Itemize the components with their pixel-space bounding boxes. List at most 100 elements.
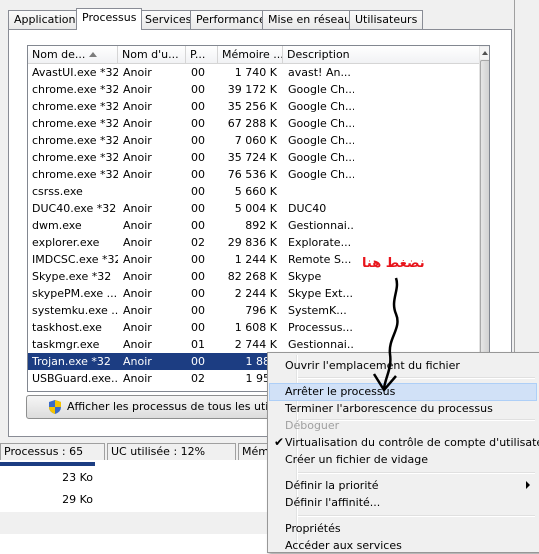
process-cpu: 00 bbox=[191, 66, 205, 79]
process-list[interactable]: Nom de... Nom d'u... P... Mémoire ... De… bbox=[27, 45, 490, 392]
process-memory: 2 744 K bbox=[234, 338, 277, 351]
process-user: Anoir bbox=[123, 338, 152, 351]
tab-processus[interactable]: Processus bbox=[76, 8, 143, 30]
process-user: Anoir bbox=[123, 83, 152, 96]
process-name: chrome.exe *32 bbox=[32, 168, 118, 181]
process-row[interactable]: chrome.exe *32 Anoir 00 67 288 K Google Ch..… bbox=[28, 115, 479, 132]
show-all-processes-button[interactable]: Afficher les processus de tous les utili… bbox=[26, 395, 298, 419]
process-memory: 5 004 K bbox=[234, 202, 277, 215]
process-memory: 1 608 K bbox=[234, 321, 277, 334]
submenu-arrow-icon bbox=[526, 481, 530, 489]
process-cpu: 00 bbox=[191, 202, 205, 215]
process-memory: 2 244 K bbox=[234, 287, 277, 300]
process-name: Trojan.exe *32 bbox=[32, 355, 111, 368]
process-row[interactable]: explorer.exe Anoir 02 29 836 K Explorate... bbox=[28, 234, 479, 251]
process-user: Anoir bbox=[123, 202, 152, 215]
menu-item-debug: Déboguer bbox=[285, 419, 340, 432]
process-row[interactable]: chrome.exe *32 Anoir 00 7 060 K Google Ch... bbox=[28, 132, 479, 149]
process-cpu: 00 bbox=[191, 117, 205, 130]
process-row[interactable]: chrome.exe *32 Anoir 00 35 724 K Google Ch..… bbox=[28, 149, 479, 166]
menu-item-uac-virtualization[interactable]: ✔ Virtualisation du contrôle de compte d… bbox=[270, 434, 539, 451]
column-header-description[interactable]: Description bbox=[283, 46, 483, 63]
background-selection-bar bbox=[0, 462, 95, 466]
process-name: skypePM.exe ... bbox=[32, 287, 118, 300]
column-header-label: Nom de... bbox=[32, 48, 86, 61]
process-name: csrss.exe bbox=[32, 185, 83, 198]
process-row[interactable]: DUC40.exe *32 Anoir 00 5 004 K DUC40 bbox=[28, 200, 479, 217]
list-header: Nom de... Nom d'u... P... Mémoire ... De… bbox=[28, 46, 479, 64]
process-cpu: 00 bbox=[191, 321, 205, 334]
tab-performance[interactable]: Performance bbox=[190, 10, 272, 29]
menu-item-set-priority[interactable]: Définir la priorité bbox=[270, 477, 536, 494]
process-cpu: 00 bbox=[191, 355, 205, 368]
process-user: Anoir bbox=[123, 117, 152, 130]
background-value: 23 Ko bbox=[62, 471, 93, 484]
status-cpu-usage: UC utilisée : 12% bbox=[107, 443, 236, 461]
uac-shield-icon bbox=[49, 400, 61, 414]
scroll-up-button[interactable] bbox=[480, 47, 489, 59]
process-row[interactable]: dwm.exe Anoir 00 892 K Gestionnai... bbox=[28, 217, 479, 234]
process-name: USBGuard.exe... bbox=[32, 372, 118, 385]
menu-separator bbox=[298, 515, 535, 517]
process-user: Anoir bbox=[123, 372, 152, 385]
menu-item-end-process-tree[interactable]: Terminer l'arborescence du processus bbox=[270, 400, 536, 417]
process-description: Remote S... bbox=[288, 253, 352, 266]
vertical-scrollbar[interactable] bbox=[479, 46, 489, 391]
process-description: Google Ch... bbox=[288, 151, 354, 164]
process-row[interactable]: chrome.exe *32 Anoir 00 35 256 K Google Ch..… bbox=[28, 98, 479, 115]
process-name: explorer.exe bbox=[32, 236, 100, 249]
menu-item-create-dump-file[interactable]: Créer un fichier de vidage bbox=[270, 451, 536, 468]
process-description: Skype Ext... bbox=[288, 287, 353, 300]
process-memory: 7 060 K bbox=[234, 134, 277, 147]
process-memory: 29 836 K bbox=[227, 236, 277, 249]
process-row[interactable]: csrss.exe 00 5 660 K bbox=[28, 183, 479, 200]
sort-ascending-icon bbox=[89, 52, 97, 57]
column-header-image-name[interactable]: Nom de... bbox=[28, 46, 118, 63]
process-user: Anoir bbox=[123, 151, 152, 164]
process-user: Anoir bbox=[123, 287, 152, 300]
column-header-memory[interactable]: Mémoire ... bbox=[218, 46, 283, 63]
process-user: Anoir bbox=[123, 219, 152, 232]
process-memory: 67 288 K bbox=[227, 117, 277, 130]
menu-item-properties[interactable]: Propriétés bbox=[270, 520, 536, 537]
process-name: Skype.exe *32 bbox=[32, 270, 112, 283]
menu-item-set-affinity[interactable]: Définir l'affinité... bbox=[270, 494, 536, 511]
process-user: Anoir bbox=[123, 168, 152, 181]
scroll-thumb[interactable] bbox=[480, 60, 489, 357]
process-user: Anoir bbox=[123, 66, 152, 79]
process-cpu: 00 bbox=[191, 83, 205, 96]
tab-utilisateurs[interactable]: Utilisateurs bbox=[349, 10, 424, 29]
process-name: dwm.exe bbox=[32, 219, 82, 232]
process-user: Anoir bbox=[123, 236, 152, 249]
process-name: chrome.exe *32 bbox=[32, 100, 118, 113]
process-memory: 1 740 K bbox=[234, 66, 277, 79]
process-description: Google Ch... bbox=[288, 83, 354, 96]
tab-mise-en-reseau[interactable]: Mise en réseau bbox=[262, 10, 358, 29]
process-description: Explorate... bbox=[288, 236, 352, 249]
tab-services[interactable]: Services bbox=[139, 10, 198, 29]
column-header-cpu[interactable]: P... bbox=[186, 46, 218, 63]
process-memory: 35 256 K bbox=[227, 100, 277, 113]
process-description: Google Ch... bbox=[288, 100, 354, 113]
process-user: Anoir bbox=[123, 355, 152, 368]
menu-item-go-to-services[interactable]: Accéder aux services bbox=[270, 537, 536, 554]
process-description: Skype bbox=[288, 270, 322, 283]
show-all-processes-label: Afficher les processus de tous les utili… bbox=[67, 400, 299, 413]
process-description: Google Ch... bbox=[288, 134, 354, 147]
process-name: chrome.exe *32 bbox=[32, 83, 118, 96]
process-memory: 82 268 K bbox=[227, 270, 277, 283]
process-memory: 5 660 K bbox=[234, 185, 277, 198]
process-cpu: 00 bbox=[191, 134, 205, 147]
process-row[interactable]: chrome.exe *32 Anoir 00 76 536 K Google Ch..… bbox=[28, 166, 479, 183]
process-row[interactable]: AvastUI.exe *32 Anoir 00 1 740 K avast! An..… bbox=[28, 64, 479, 81]
process-name: systemku.exe ... bbox=[32, 304, 118, 317]
process-row[interactable]: chrome.exe *32 Anoir 00 39 172 K Google Ch..… bbox=[28, 81, 479, 98]
process-cpu: 00 bbox=[191, 219, 205, 232]
process-description: Google Ch... bbox=[288, 117, 354, 130]
column-header-user[interactable]: Nom d'u... bbox=[118, 46, 186, 63]
process-cpu: 00 bbox=[191, 304, 205, 317]
process-cpu: 00 bbox=[191, 185, 205, 198]
process-memory: 796 K bbox=[245, 304, 277, 317]
process-name: DUC40.exe *32 bbox=[32, 202, 117, 215]
process-name: chrome.exe *32 bbox=[32, 151, 118, 164]
